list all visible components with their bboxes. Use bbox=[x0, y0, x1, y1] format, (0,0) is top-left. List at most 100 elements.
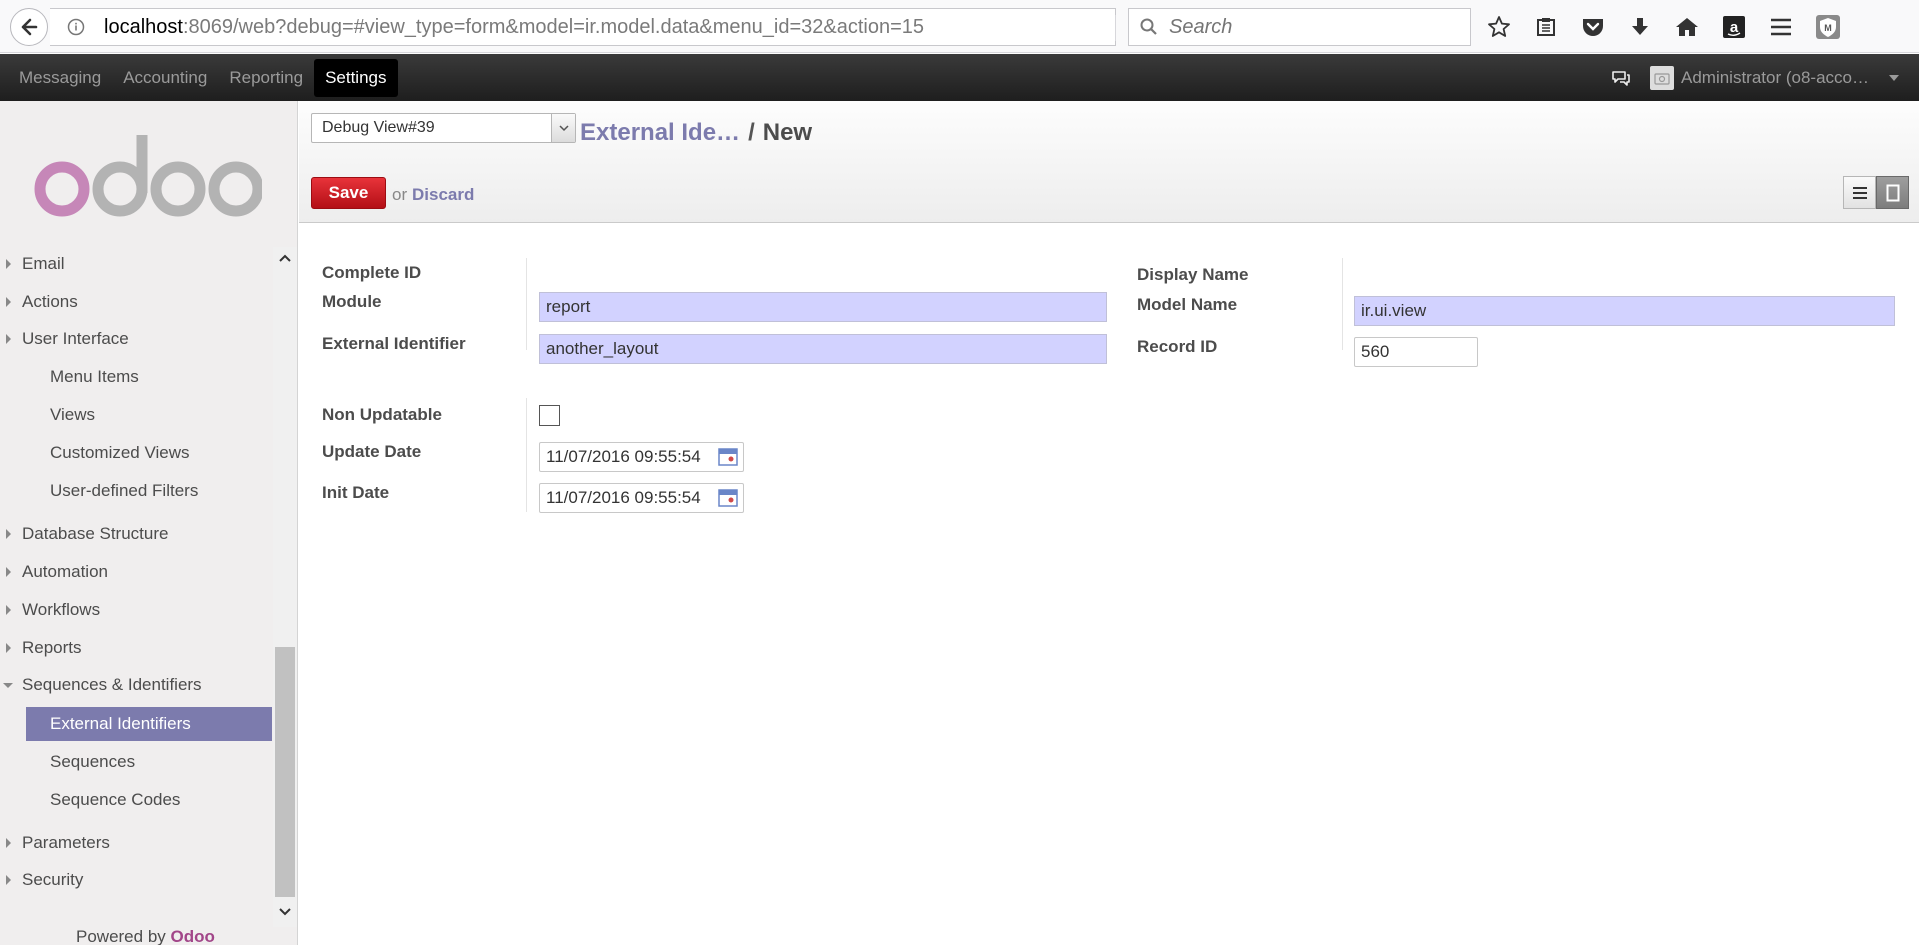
back-button[interactable] bbox=[10, 8, 48, 46]
caret-right-icon bbox=[6, 567, 11, 577]
menu-settings[interactable]: Settings bbox=[314, 58, 398, 97]
caret-right-icon bbox=[6, 529, 11, 539]
model-name-field[interactable]: ir.ui.view bbox=[1354, 296, 1895, 326]
top-menu-items: Messaging Accounting Reporting Settings bbox=[8, 54, 398, 101]
calendar-icon[interactable] bbox=[718, 448, 738, 466]
user-area: Administrator (o8-acco… bbox=[1610, 54, 1899, 101]
external-identifier-label: External Identifier bbox=[322, 334, 466, 353]
sidebar-item-database-structure[interactable]: Database Structure bbox=[0, 517, 272, 551]
menu-reporting[interactable]: Reporting bbox=[218, 59, 314, 97]
extension-icon[interactable]: M bbox=[1813, 12, 1843, 42]
non-updatable-checkbox[interactable] bbox=[539, 405, 560, 426]
sidebar-item-user-defined-filters[interactable]: User-defined Filters bbox=[0, 474, 272, 508]
sidebar-item-label: Sequences & Identifiers bbox=[22, 675, 202, 694]
update-date-field[interactable]: 11/07/2016 09:55:54 bbox=[539, 442, 744, 472]
init-date-label: Init Date bbox=[322, 483, 390, 502]
chevron-down-icon[interactable] bbox=[278, 907, 292, 917]
sidebar-item-label: Security bbox=[22, 870, 84, 889]
record-id-field[interactable]: 560 bbox=[1354, 337, 1478, 367]
pocket-icon[interactable] bbox=[1578, 12, 1608, 42]
reading-list-icon[interactable] bbox=[1531, 12, 1561, 42]
divider bbox=[526, 398, 527, 512]
sidebar-item-label: Database Structure bbox=[22, 524, 169, 543]
menu-messaging[interactable]: Messaging bbox=[8, 59, 112, 97]
sidebar-item-label: User Interface bbox=[22, 329, 129, 348]
divider bbox=[526, 258, 527, 350]
sidebar-item-user-interface[interactable]: User Interface bbox=[0, 322, 272, 356]
sidebar-item-label: External Identifiers bbox=[50, 714, 191, 733]
chevron-down-icon[interactable] bbox=[1889, 74, 1899, 81]
sidebar-item-email[interactable]: Email bbox=[0, 247, 272, 281]
caret-right-icon bbox=[6, 875, 11, 885]
caret-right-icon bbox=[6, 297, 11, 307]
sidebar-item-customized-views[interactable]: Customized Views bbox=[0, 436, 272, 470]
chat-icon[interactable] bbox=[1610, 67, 1632, 89]
form-view-button[interactable] bbox=[1876, 176, 1909, 209]
chevron-up-icon[interactable] bbox=[278, 253, 292, 263]
sidebar-item-sequences[interactable]: Sequences bbox=[0, 745, 272, 779]
init-date-field[interactable]: 11/07/2016 09:55:54 bbox=[539, 483, 744, 513]
home-icon[interactable] bbox=[1672, 12, 1702, 42]
url-host: localhost bbox=[104, 15, 183, 38]
sidebar-item-security[interactable]: Security bbox=[0, 863, 272, 897]
svg-text:M: M bbox=[1824, 23, 1832, 33]
save-button[interactable]: Save bbox=[311, 177, 386, 209]
user-name[interactable]: Administrator (o8-acco… bbox=[1681, 68, 1869, 88]
sidebar-item-label: Menu Items bbox=[50, 367, 139, 386]
sidebar-item-workflows[interactable]: Workflows bbox=[0, 593, 272, 627]
avatar[interactable] bbox=[1649, 65, 1674, 90]
sidebar-item-label: Automation bbox=[22, 562, 108, 581]
discard-button[interactable]: Discard bbox=[412, 185, 474, 205]
module-field[interactable]: report bbox=[539, 292, 1107, 322]
complete-id-label: Complete ID bbox=[322, 263, 422, 282]
url-bar[interactable]: localhost:8069/web?debug=#view_type=form… bbox=[50, 8, 1147, 46]
update-date-value: 11/07/2016 09:55:54 bbox=[546, 447, 701, 466]
caret-right-icon bbox=[6, 605, 11, 615]
info-icon[interactable] bbox=[62, 18, 90, 36]
arrow-left-icon bbox=[21, 18, 38, 36]
record-form: Complete ID Module External Identifier r… bbox=[299, 224, 1919, 945]
dropdown-button[interactable] bbox=[551, 114, 575, 142]
sidebar-item-external-identifiers[interactable]: External Identifiers bbox=[26, 707, 272, 741]
breadcrumb-parent[interactable]: External Ide… bbox=[580, 119, 740, 146]
list-view-button[interactable] bbox=[1843, 176, 1876, 209]
sidebar-item-actions[interactable]: Actions bbox=[0, 285, 272, 319]
list-icon bbox=[1852, 186, 1867, 199]
init-date-value: 11/07/2016 09:55:54 bbox=[546, 488, 701, 507]
non-updatable-label: Non Updatable bbox=[322, 405, 442, 424]
scrollbar-thumb[interactable] bbox=[275, 647, 295, 897]
caret-right-icon bbox=[6, 838, 11, 848]
sidebar-item-automation[interactable]: Automation bbox=[0, 555, 272, 589]
url-text: localhost:8069/web?debug=#view_type=form… bbox=[104, 16, 924, 39]
hamburger-menu-icon[interactable] bbox=[1766, 12, 1796, 42]
sidebar-item-label: User-defined Filters bbox=[50, 481, 199, 500]
debug-view-select[interactable]: Debug View#39 bbox=[311, 113, 576, 143]
menu-accounting[interactable]: Accounting bbox=[112, 59, 218, 97]
powered-by: Powered by Odoo bbox=[76, 927, 215, 945]
caret-down-icon bbox=[3, 682, 13, 688]
browser-search-box[interactable] bbox=[1128, 8, 1471, 46]
record-id-label: Record ID bbox=[1137, 337, 1218, 356]
odoo-link[interactable]: Odoo bbox=[171, 927, 215, 945]
sidebar-item-views[interactable]: Views bbox=[0, 398, 272, 432]
sidebar-item-menu-items[interactable]: Menu Items bbox=[0, 360, 272, 394]
sidebar-item-parameters[interactable]: Parameters bbox=[0, 826, 272, 860]
sidebar-item-reports[interactable]: Reports bbox=[0, 631, 272, 665]
amazon-icon[interactable]: a bbox=[1719, 12, 1749, 42]
browser-toolbar-icons: a M bbox=[1484, 12, 1860, 42]
module-label: Module bbox=[322, 292, 382, 311]
sidebar-item-sequence-codes[interactable]: Sequence Codes bbox=[0, 783, 272, 817]
bookmark-star-icon[interactable] bbox=[1484, 12, 1514, 42]
external-identifier-field[interactable]: another_layout bbox=[539, 334, 1107, 364]
browser-search-input[interactable] bbox=[1169, 15, 1449, 39]
odoo-logo[interactable] bbox=[32, 131, 262, 221]
sidebar-scrollbar[interactable] bbox=[273, 247, 297, 927]
breadcrumb-separator: / bbox=[748, 119, 755, 146]
sidebar-item-sequences-identifiers[interactable]: Sequences & Identifiers bbox=[0, 668, 272, 702]
sidebar-item-label: Actions bbox=[22, 292, 78, 311]
sidebar-item-label: Parameters bbox=[22, 833, 110, 852]
calendar-icon[interactable] bbox=[718, 489, 738, 507]
display-name-label: Display Name bbox=[1137, 265, 1249, 284]
url-path: :8069/web?debug=#view_type=form&model=ir… bbox=[182, 15, 925, 38]
download-icon[interactable] bbox=[1625, 12, 1655, 42]
